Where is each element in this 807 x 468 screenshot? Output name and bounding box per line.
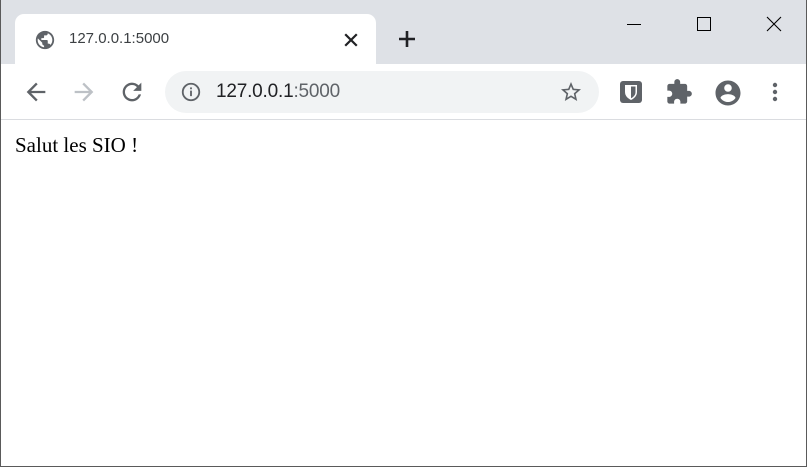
new-tab-button[interactable]: [395, 27, 419, 51]
tab-close-icon[interactable]: [342, 31, 360, 49]
maximize-icon: [697, 17, 711, 31]
browser-window: 127.0.0.1:5000 127.0.0.1:5000 Salut les …: [0, 0, 807, 467]
forward-button[interactable]: [70, 78, 98, 106]
url-port: :5000: [293, 81, 340, 102]
puzzle-piece-icon: [667, 79, 692, 104]
kebab-menu-icon: [772, 82, 778, 102]
close-window-button[interactable]: [751, 8, 797, 40]
browser-menu-button[interactable]: [761, 78, 789, 106]
bitwarden-shield-icon: [620, 81, 642, 103]
reload-button[interactable]: [118, 78, 146, 106]
tab-active[interactable]: 127.0.0.1:5000: [15, 14, 376, 65]
page-content: Salut les SIO !: [1, 120, 806, 466]
url-text[interactable]: 127.0.0.1:5000: [216, 81, 340, 103]
back-button[interactable]: [22, 78, 50, 106]
browser-toolbar: 127.0.0.1:5000: [1, 64, 806, 120]
reload-icon: [122, 82, 142, 102]
address-bar[interactable]: 127.0.0.1:5000: [165, 71, 599, 113]
minimize-icon: [627, 24, 641, 25]
maximize-button[interactable]: [681, 8, 727, 40]
extensions-button[interactable]: [665, 78, 693, 106]
star-icon[interactable]: [559, 80, 583, 104]
tab-title: 127.0.0.1:5000: [69, 30, 170, 47]
url-host: 127.0.0.1: [216, 81, 294, 102]
arrow-left-icon: [26, 82, 46, 102]
arrow-right-icon: [74, 82, 94, 102]
info-icon[interactable]: [180, 81, 202, 103]
globe-icon: [35, 30, 55, 50]
close-icon: [766, 16, 782, 32]
account-circle-icon: [715, 80, 741, 106]
profile-button[interactable]: [713, 78, 741, 106]
tab-strip: 127.0.0.1:5000: [1, 0, 806, 65]
minimize-button[interactable]: [611, 8, 657, 40]
page-message: Salut les SIO !: [15, 133, 139, 157]
bitwarden-extension-button[interactable]: [617, 78, 645, 106]
